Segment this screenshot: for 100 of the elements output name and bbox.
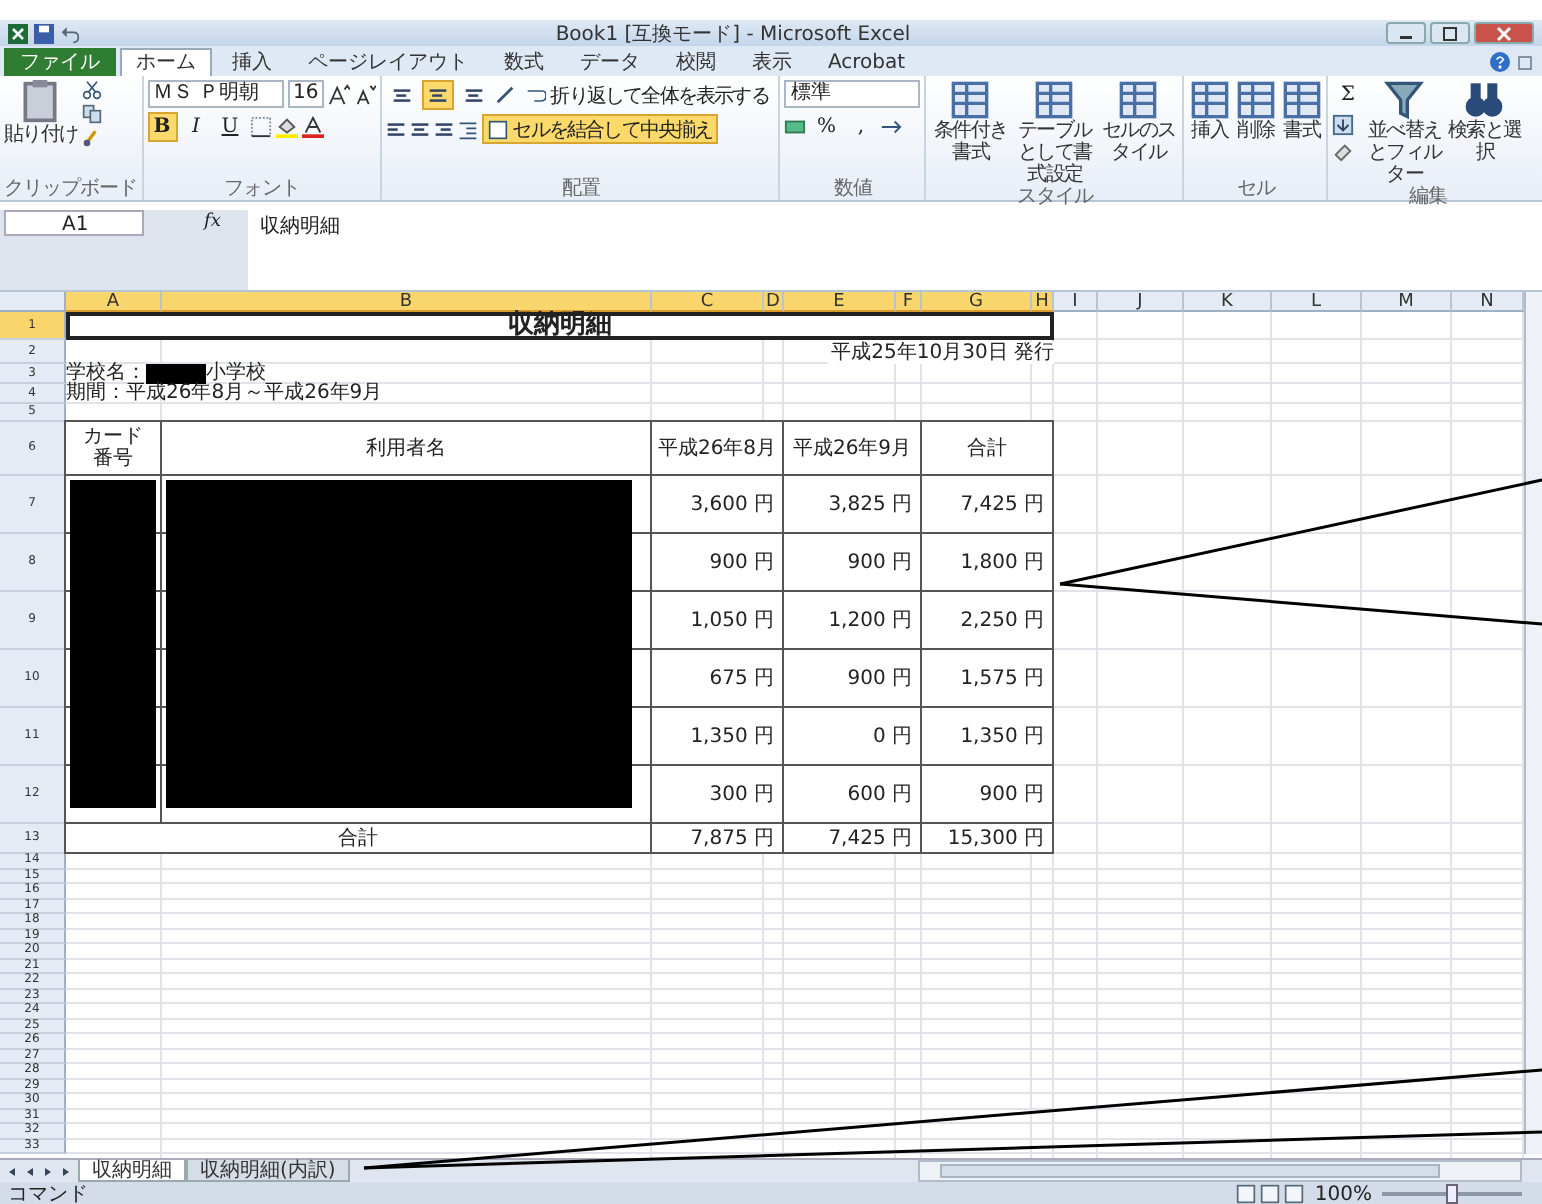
font-name-field[interactable]: ＭＳ Ｐ明朝 xyxy=(147,80,283,108)
align-button[interactable] xyxy=(422,80,455,110)
font-style-button[interactable]: B xyxy=(147,112,177,142)
ribbon-tab[interactable]: データ xyxy=(564,48,656,76)
ribbon-button[interactable]: 挿入 xyxy=(1188,80,1231,142)
border-icon xyxy=(249,116,271,138)
vertical-scrollbar[interactable] xyxy=(1524,292,1542,1154)
number-style-button[interactable]: % xyxy=(810,112,842,142)
page-view-icon xyxy=(1284,1184,1305,1204)
column-header[interactable]: I xyxy=(1054,292,1098,312)
number-style-button[interactable]: , xyxy=(845,112,876,142)
ribbon-tab[interactable]: 表示 xyxy=(736,48,808,76)
table-icon xyxy=(950,80,991,120)
zoom-level: 100% xyxy=(1314,1183,1372,1204)
ribbon-tab[interactable]: ページレイアウト xyxy=(292,48,484,76)
issue-date: 平成25年10月30日 発行 xyxy=(827,342,1054,364)
table-cell: 合計 xyxy=(64,822,652,854)
column-header[interactable]: G xyxy=(922,292,1032,312)
page-view-icon xyxy=(1260,1184,1281,1204)
ribbon-button[interactable]: 書式 xyxy=(1280,80,1323,142)
ribbon-tab[interactable]: 挿入 xyxy=(216,48,288,76)
group-label: 配置 xyxy=(559,178,602,200)
column-header[interactable]: K xyxy=(1184,292,1272,312)
ribbon-tab[interactable]: 数式 xyxy=(488,48,560,76)
fill-color-icon xyxy=(275,116,297,138)
font-style-button[interactable]: U xyxy=(215,112,245,142)
page-view-icon xyxy=(1236,1184,1257,1204)
formula-field[interactable]: 収納明細 xyxy=(248,210,1542,290)
align-icon xyxy=(410,119,431,139)
ribbon-button[interactable]: 削除 xyxy=(1234,80,1277,142)
maximize-button[interactable] xyxy=(1430,22,1470,44)
paste-button[interactable]: 貼り付け xyxy=(4,80,78,146)
column-header[interactable]: B xyxy=(162,292,652,312)
ribbon-button[interactable]: 条件付き書式 xyxy=(930,80,1011,164)
merge-center-button[interactable]: セルを結合して中央揃え xyxy=(482,114,719,144)
excel-logo-icon xyxy=(8,23,28,43)
table-icon xyxy=(1281,80,1322,120)
sheet-tab[interactable]: 収納明細 xyxy=(78,1160,186,1182)
column-header[interactable]: J xyxy=(1098,292,1184,312)
text-angle-icon xyxy=(494,84,517,106)
shrink-font-icon xyxy=(354,83,377,105)
eraser-icon xyxy=(1332,140,1355,162)
decimal-icon xyxy=(879,116,902,138)
function-button[interactable]: fx xyxy=(204,210,232,236)
wrap-text-button[interactable]: 折り返して全体を表示する xyxy=(520,80,775,110)
sheet-tab[interactable]: 収納明細(内訳) xyxy=(186,1160,350,1182)
table-cell: 7,425 円 xyxy=(782,822,922,854)
help-icon xyxy=(1490,52,1510,72)
ribbon-button[interactable]: 検索と選択 xyxy=(1446,80,1523,164)
column-header[interactable]: F xyxy=(896,292,922,312)
column-header[interactable]: D xyxy=(764,292,784,312)
binoculars-icon xyxy=(1464,80,1505,120)
column-header[interactable]: H xyxy=(1032,292,1054,312)
name-box[interactable]: A1 xyxy=(4,210,144,236)
group-label: スタイル xyxy=(1014,186,1096,208)
column-header[interactable]: N xyxy=(1452,292,1524,312)
ribbon-button[interactable]: テーブルとして書式設定 xyxy=(1014,80,1095,186)
group-label: 編集 xyxy=(1406,186,1449,208)
table-header: 平成26年9月 xyxy=(792,437,912,459)
ribbon-tab[interactable]: Acrobat xyxy=(812,48,922,76)
grow-font-icon xyxy=(328,83,351,105)
ribbon-tab[interactable]: ファイル xyxy=(4,48,116,76)
undo-icon xyxy=(60,23,80,43)
period-text: 期間：平成26年8月～平成26年9月 xyxy=(66,384,385,404)
redaction-block xyxy=(146,364,206,384)
clipboard-icon xyxy=(18,80,63,124)
restore-icon xyxy=(1516,53,1534,71)
close-icon xyxy=(1496,25,1512,41)
column-header[interactable]: A xyxy=(66,292,162,312)
table-cell: 7,875 円 xyxy=(650,822,784,854)
group-label: 数値 xyxy=(831,178,875,200)
status-mode: コマンド xyxy=(8,1182,88,1204)
currency-icon xyxy=(784,116,807,138)
minimize-button[interactable] xyxy=(1386,22,1426,44)
column-header[interactable]: L xyxy=(1272,292,1362,312)
school-suffix: 小学校 xyxy=(206,364,266,384)
align-icon xyxy=(392,85,413,105)
font-style-button[interactable]: I xyxy=(181,112,211,142)
align-icon xyxy=(428,85,449,105)
table-icon xyxy=(1034,80,1075,120)
brush-icon xyxy=(81,128,102,148)
ribbon-tab[interactable]: 校閲 xyxy=(660,48,732,76)
group-label: クリップボード xyxy=(4,178,137,200)
merge-icon xyxy=(488,119,509,139)
autosum-button[interactable]: Σ xyxy=(1332,80,1363,110)
scissors-icon xyxy=(81,80,102,100)
table-header: カード番号 xyxy=(82,426,144,470)
horizontal-scrollbar[interactable] xyxy=(918,1160,1522,1182)
font-size-field[interactable]: 16 xyxy=(287,80,325,108)
group-label: セル xyxy=(1234,178,1278,200)
ribbon-button[interactable]: 並べ替えとフィルター xyxy=(1366,80,1443,186)
column-header[interactable]: C xyxy=(652,292,764,312)
number-format-field[interactable]: 標準 xyxy=(784,80,921,108)
close-button[interactable] xyxy=(1474,22,1534,44)
table-cell: 15,300 円 xyxy=(920,822,1054,854)
column-header[interactable]: M xyxy=(1362,292,1452,312)
maximize-icon xyxy=(1442,25,1458,41)
ribbon-tab[interactable]: ホーム xyxy=(120,48,212,76)
ribbon-button[interactable]: セルのスタイル xyxy=(1098,80,1179,164)
column-header[interactable]: E xyxy=(784,292,896,312)
